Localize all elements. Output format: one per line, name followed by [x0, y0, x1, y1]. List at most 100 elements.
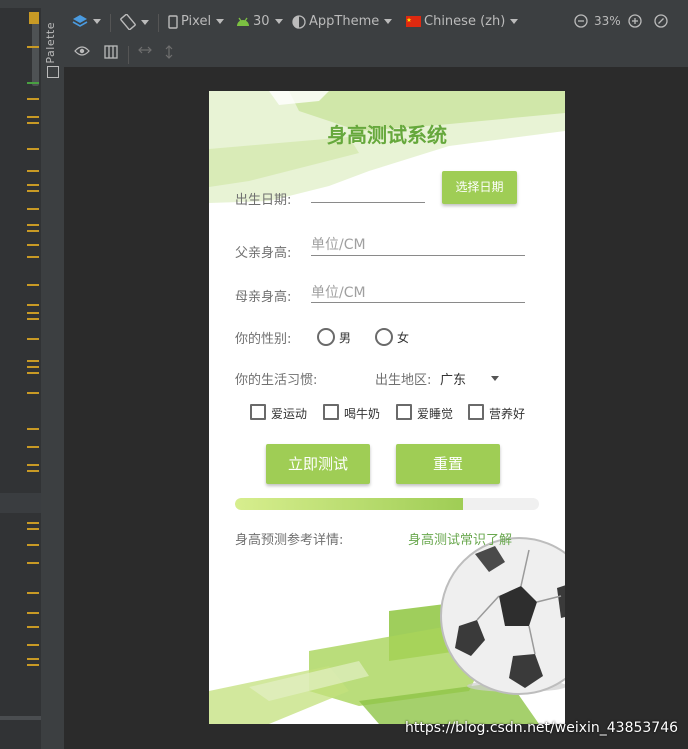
gutter-marker [27, 592, 39, 594]
gutter-marker [27, 392, 39, 394]
checkbox-sleep[interactable] [396, 404, 412, 420]
father-height-label: 父亲身高: [235, 246, 292, 261]
palette-rail[interactable]: Palette [41, 8, 65, 749]
mother-height-underline [311, 302, 525, 303]
region-spinner[interactable]: 广东 [440, 369, 466, 388]
gender-label: 你的性别: [235, 332, 292, 347]
gutter-marker [27, 664, 39, 666]
phone-icon [168, 14, 178, 29]
device-name: Pixel [181, 14, 212, 29]
gutter-marker [27, 284, 39, 286]
chevron-down-icon [510, 19, 519, 24]
reset-button[interactable]: 重置 [396, 444, 500, 484]
blueprint-toggle-button[interactable] [104, 45, 118, 59]
region-label: 出生地区: [375, 373, 432, 388]
toolbar-separator [110, 14, 111, 32]
device-selector[interactable]: Pixel [168, 14, 225, 29]
view-options-button[interactable] [74, 45, 90, 57]
gutter-marker [27, 208, 39, 210]
checkbox-sleep-label: 爱睡觉 [417, 407, 454, 421]
gutter-change-marker [27, 82, 39, 84]
checkbox-sport[interactable] [250, 404, 266, 420]
zoom-out-button[interactable] [574, 14, 588, 28]
design-toolbar: Pixel 30 AppTheme Chinese (zh) 33% [64, 8, 688, 39]
checkbox-nutrition[interactable] [468, 404, 484, 420]
test-now-button[interactable]: 立即测试 [266, 444, 370, 484]
gutter-marker [29, 12, 39, 24]
zoom-in-button[interactable] [628, 14, 642, 28]
gutter-marker [27, 658, 39, 660]
gutter-marker [27, 122, 39, 124]
gender-radio-male[interactable] [317, 328, 335, 346]
dropdown-arrow-icon[interactable] [491, 376, 499, 381]
gutter-scroll-track[interactable] [0, 716, 41, 720]
progress-fill [235, 498, 463, 510]
toolbar-separator [128, 46, 129, 64]
gutter-marker [27, 312, 39, 314]
chevron-down-icon [384, 19, 393, 24]
gutter-marker [27, 428, 39, 430]
gutter-marker [27, 372, 39, 374]
rotate-icon [120, 14, 136, 30]
editor-gutter [0, 8, 42, 749]
gutter-marker [27, 304, 39, 306]
gutter-marker [27, 464, 39, 466]
gutter-marker [27, 184, 39, 186]
gutter-marker [27, 522, 39, 524]
locale-name: Chinese (zh) [424, 14, 506, 29]
choose-date-button[interactable]: 选择日期 [442, 171, 517, 204]
theme-name: AppTheme [309, 14, 380, 29]
layers-icon [72, 15, 88, 27]
gutter-marker [27, 544, 39, 546]
chevron-down-icon [141, 19, 149, 25]
mother-height-input[interactable]: 单位/CM [311, 282, 366, 302]
mother-height-label: 母亲身高: [235, 290, 292, 305]
checkbox-milk[interactable] [323, 404, 339, 420]
zoom-out-icon [574, 14, 588, 28]
checkbox-nutrition-label: 营养好 [489, 407, 526, 421]
gutter-marker [27, 224, 39, 226]
gutter-marker [27, 230, 39, 232]
gutter-marker [27, 318, 39, 320]
gutter-marker [27, 190, 39, 192]
gutter-marker [27, 338, 39, 340]
zoom-level: 33% [594, 14, 621, 28]
father-height-underline [311, 255, 525, 256]
birthdate-field[interactable] [311, 202, 425, 203]
height-knowledge-link[interactable]: 身高测试常识了解 [408, 529, 512, 548]
design-surface-button[interactable] [72, 14, 101, 28]
phone-preview: 身高测试系统 出生日期: 选择日期 父亲身高: 单位/CM 母亲身高: 单位/C… [209, 91, 565, 724]
chevron-down-icon [274, 19, 283, 24]
gutter-marker [27, 612, 39, 614]
api-level-selector[interactable]: 30 [236, 14, 283, 29]
habits-label: 你的生活习惯: [235, 373, 318, 388]
gutter-scrollbar[interactable] [32, 16, 39, 86]
father-height-input[interactable]: 单位/CM [311, 234, 366, 254]
gutter-marker [27, 470, 39, 472]
gutter-marker [27, 562, 39, 564]
api-level: 30 [253, 14, 270, 29]
progress-bar [235, 498, 539, 510]
app-title: 身高测试系统 [327, 123, 447, 147]
vertical-resize-button[interactable] [164, 45, 174, 59]
gender-radio-female[interactable] [375, 328, 393, 346]
horizontal-resize-button[interactable] [138, 45, 152, 55]
gutter-marker [27, 644, 39, 646]
vertical-arrows-icon [165, 45, 173, 59]
gutter-marker [27, 116, 39, 118]
prediction-detail-label: 身高预测参考详情: [235, 533, 344, 548]
zoom-to-fit-button[interactable] [654, 14, 668, 28]
palette-tab-label[interactable]: Palette [44, 22, 57, 64]
checkbox-sport-label: 爱运动 [271, 407, 308, 421]
watermark: https://blog.csdn.net/weixin_43853746 [405, 720, 679, 736]
chevron-down-icon [93, 18, 101, 24]
china-flag-icon [406, 16, 421, 27]
orientation-button[interactable] [120, 14, 149, 30]
locale-selector[interactable]: Chinese (zh) [406, 14, 519, 29]
palette-icon[interactable] [47, 66, 59, 78]
gender-option-male: 男 [339, 331, 352, 345]
theme-selector[interactable]: AppTheme [292, 14, 393, 29]
gutter-marker [27, 98, 39, 100]
zoom-in-icon [628, 14, 642, 28]
gutter-marker [27, 626, 39, 628]
